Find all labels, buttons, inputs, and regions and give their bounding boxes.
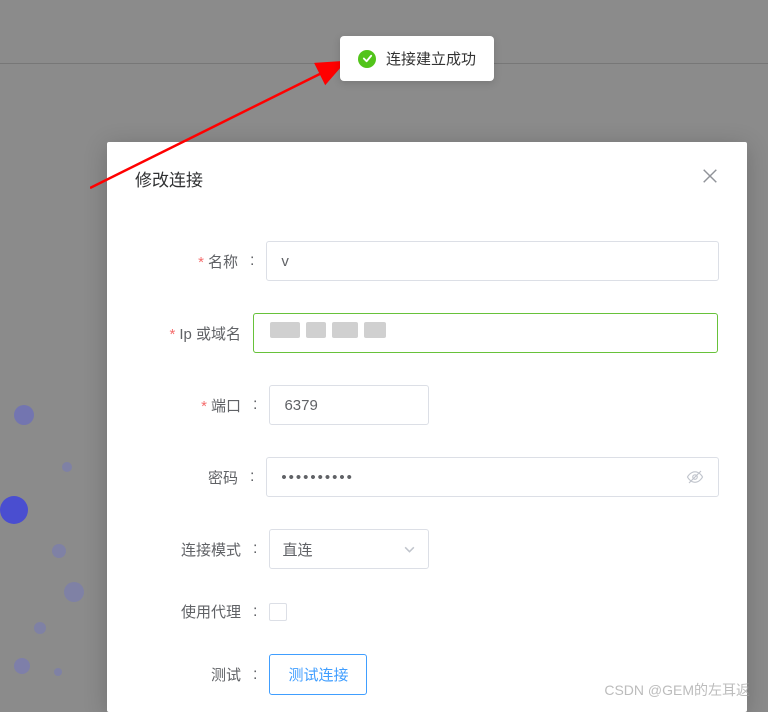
label-ip: Ip 或域名 — [135, 323, 253, 344]
ip-redaction — [270, 316, 406, 344]
mode-value: 直连 — [282, 539, 312, 560]
row-mode: 连接模式 : 直连 — [135, 529, 719, 569]
password-input[interactable] — [281, 469, 686, 486]
label-password: 密码 — [135, 467, 250, 488]
proxy-checkbox[interactable] — [269, 603, 287, 621]
watermark: CSDN @GEM的左耳返 — [604, 680, 750, 700]
label-port: 端口 — [135, 395, 253, 416]
label-colon: : — [250, 252, 254, 270]
port-input[interactable] — [269, 385, 429, 425]
edit-connection-dialog: 修改连接 名称 : Ip 或域名 端口 : 密码 : — [107, 142, 747, 712]
label-colon: : — [250, 468, 254, 486]
row-password: 密码 : — [135, 457, 719, 497]
success-icon — [358, 50, 376, 68]
label-proxy: 使用代理 — [135, 601, 253, 622]
toggle-password-visibility[interactable] — [686, 468, 704, 486]
name-input[interactable] — [266, 241, 719, 281]
test-connection-button[interactable]: 测试连接 — [269, 654, 367, 695]
annotation-arrow — [90, 58, 360, 198]
row-ip: Ip 或域名 — [135, 313, 719, 353]
label-colon: : — [253, 603, 257, 621]
label-name: 名称 — [135, 251, 250, 272]
password-input-wrap — [266, 457, 719, 497]
label-colon: : — [253, 540, 257, 558]
close-button[interactable] — [701, 167, 719, 190]
label-colon: : — [253, 396, 257, 414]
label-mode: 连接模式 — [135, 539, 253, 560]
toast-message: 连接建立成功 — [386, 48, 476, 69]
row-proxy: 使用代理 : — [135, 601, 719, 622]
mode-select[interactable]: 直连 — [269, 529, 429, 569]
close-icon — [701, 167, 719, 185]
row-port: 端口 : — [135, 385, 719, 425]
row-name: 名称 : — [135, 241, 719, 281]
eye-off-icon — [686, 468, 704, 486]
label-colon: : — [253, 666, 257, 684]
success-toast: 连接建立成功 — [340, 36, 494, 81]
label-test: 测试 — [135, 664, 253, 685]
chevron-down-icon — [403, 543, 416, 556]
connection-form: 名称 : Ip 或域名 端口 : 密码 : 连接模式 : — [107, 201, 747, 695]
